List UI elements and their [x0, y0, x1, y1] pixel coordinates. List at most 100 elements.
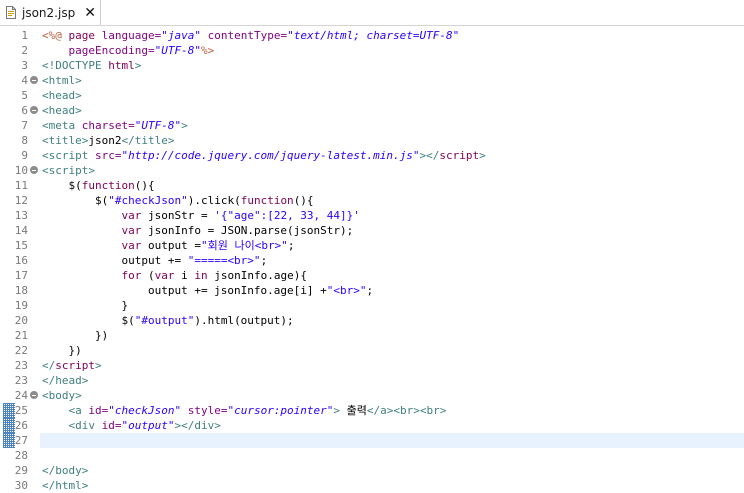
code-text: <meta charset="UTF-8">	[42, 118, 188, 133]
close-tab-icon[interactable]: ✕	[84, 6, 96, 20]
code-token: for	[121, 269, 142, 282]
tab-title: json2.jsp	[22, 5, 76, 20]
line-gutter: 2	[0, 43, 40, 58]
code-line[interactable]: 12 $("#checkJson").click(function(){	[0, 193, 744, 208]
code-line[interactable]: 23 </script>	[0, 358, 744, 373]
code-token: output +=	[42, 254, 188, 267]
code-token: var	[121, 239, 142, 252]
code-line[interactable]: 15 var output ="회원 나이<br>";	[0, 238, 744, 253]
tab-json2-jsp[interactable]: json2.jsp ✕	[0, 0, 101, 25]
code-token: <div	[42, 419, 102, 432]
code-token: $(	[42, 314, 135, 327]
code-token: <title>	[42, 134, 89, 147]
line-gutter: 5	[0, 88, 40, 103]
code-token: <%@	[42, 29, 69, 42]
line-gutter: 24	[0, 388, 40, 403]
code-line[interactable]: 30 </html>	[0, 478, 744, 493]
code-token: </	[42, 359, 56, 372]
code-text: })	[42, 343, 82, 358]
code-token: <head>	[42, 89, 82, 102]
code-token: <script>	[42, 164, 95, 177]
code-text: for (var i in jsonInfo.age){	[42, 268, 306, 283]
jsp-file-icon	[6, 6, 16, 19]
code-line[interactable]: 13 var jsonStr = '{"age":[22, 33, 44]}'	[0, 208, 744, 223]
line-gutter: 11	[0, 178, 40, 193]
code-line[interactable]: 14 var jsonInfo = JSON.parse(jsonStr);	[0, 223, 744, 238]
line-number: 28	[14, 449, 28, 462]
code-text: <title>json2</title>	[42, 133, 174, 148]
fold-toggle-icon[interactable]	[30, 106, 38, 114]
code-token: in	[194, 269, 208, 282]
code-token: "=====<br>"	[187, 254, 261, 267]
code-editor[interactable]: 1 <%@ page language="java" contentType="t…	[0, 26, 744, 493]
code-line[interactable]: 3 <!DOCTYPE html>	[0, 58, 744, 73]
code-line[interactable]: 23 </head>	[0, 373, 744, 388]
fold-toggle-icon[interactable]	[30, 76, 38, 84]
code-token: })	[42, 344, 82, 357]
line-number: 20	[14, 314, 28, 327]
code-line[interactable]: 18 output += jsonInfo.age[i] +"<br>";	[0, 283, 744, 298]
code-text: $(function(){	[42, 178, 154, 193]
line-number: 12	[14, 194, 28, 207]
line-gutter: 25	[0, 403, 40, 418]
code-line[interactable]: 8 <title>json2</title>	[0, 133, 744, 148]
line-number: 19	[14, 299, 28, 312]
line-gutter: 3	[0, 58, 40, 73]
code-token: >	[95, 359, 102, 372]
line-gutter: 7	[0, 118, 40, 133]
code-token: <script	[42, 149, 95, 162]
code-line[interactable]: 16 output += "=====<br>";	[0, 253, 744, 268]
code-token: "cursor:pointer"	[227, 404, 334, 417]
code-line[interactable]: 29 </body>	[0, 463, 744, 478]
code-text: output += jsonInfo.age[i] +"<br>";	[42, 283, 373, 298]
code-token: </a><br><br>	[366, 404, 447, 417]
code-token: (	[141, 269, 155, 282]
code-line[interactable]: 27	[0, 433, 744, 448]
code-token: ).html(output);	[194, 314, 294, 327]
line-number: 1	[21, 29, 28, 42]
code-line[interactable]: 9 <script src="http://code.jquery.com/jqu…	[0, 148, 744, 163]
code-line[interactable]: 28	[0, 448, 744, 463]
fold-toggle-icon[interactable]	[30, 391, 38, 399]
line-number: 6	[21, 104, 28, 117]
code-line[interactable]: 10 <script>	[0, 163, 744, 178]
code-line[interactable]: 6 <head>	[0, 103, 744, 118]
code-token: var	[154, 269, 175, 282]
code-line[interactable]: 2 pageEncoding="UTF-8"%>	[0, 43, 744, 58]
code-text: </script>	[42, 358, 102, 373]
line-gutter: 6	[0, 103, 40, 118]
line-number: 25	[14, 404, 28, 417]
code-line[interactable]: 22 })	[0, 343, 744, 358]
code-text: <head>	[42, 88, 82, 103]
line-gutter: 17	[0, 268, 40, 283]
line-number: 11	[14, 179, 28, 192]
code-line[interactable]: 26 <div id="output"></div>	[0, 418, 744, 433]
code-token: charset=	[81, 119, 135, 132]
code-line[interactable]: 24 <body>	[0, 388, 744, 403]
line-number: 26	[14, 419, 28, 432]
code-token: $(	[42, 194, 109, 207]
code-text: pageEncoding="UTF-8"%>	[42, 43, 214, 58]
line-number: 9	[21, 149, 28, 162]
code-token: src=	[94, 149, 122, 162]
line-number: 23	[14, 359, 28, 372]
line-gutter: 12	[0, 193, 40, 208]
line-gutter: 8	[0, 133, 40, 148]
code-line[interactable]: 1 <%@ page language="java" contentType="t…	[0, 28, 744, 43]
code-token: <html>	[42, 74, 82, 87]
code-line[interactable]: 25 <a id="checkJson" style="cursor:point…	[0, 403, 744, 418]
code-token: >	[181, 119, 188, 132]
code-line[interactable]: 19 }	[0, 298, 744, 313]
fold-toggle-icon[interactable]	[30, 166, 38, 174]
code-line[interactable]: 7 <meta charset="UTF-8">	[0, 118, 744, 133]
code-token: json2	[88, 134, 122, 147]
code-line[interactable]: 11 $(function(){	[0, 178, 744, 193]
code-line[interactable]: 20 $("#output").html(output);	[0, 313, 744, 328]
code-line[interactable]: 5 <head>	[0, 88, 744, 103]
code-line[interactable]: 4 <html>	[0, 73, 744, 88]
code-line[interactable]: 21 })	[0, 328, 744, 343]
code-line[interactable]: 17 for (var i in jsonInfo.age){	[0, 268, 744, 283]
